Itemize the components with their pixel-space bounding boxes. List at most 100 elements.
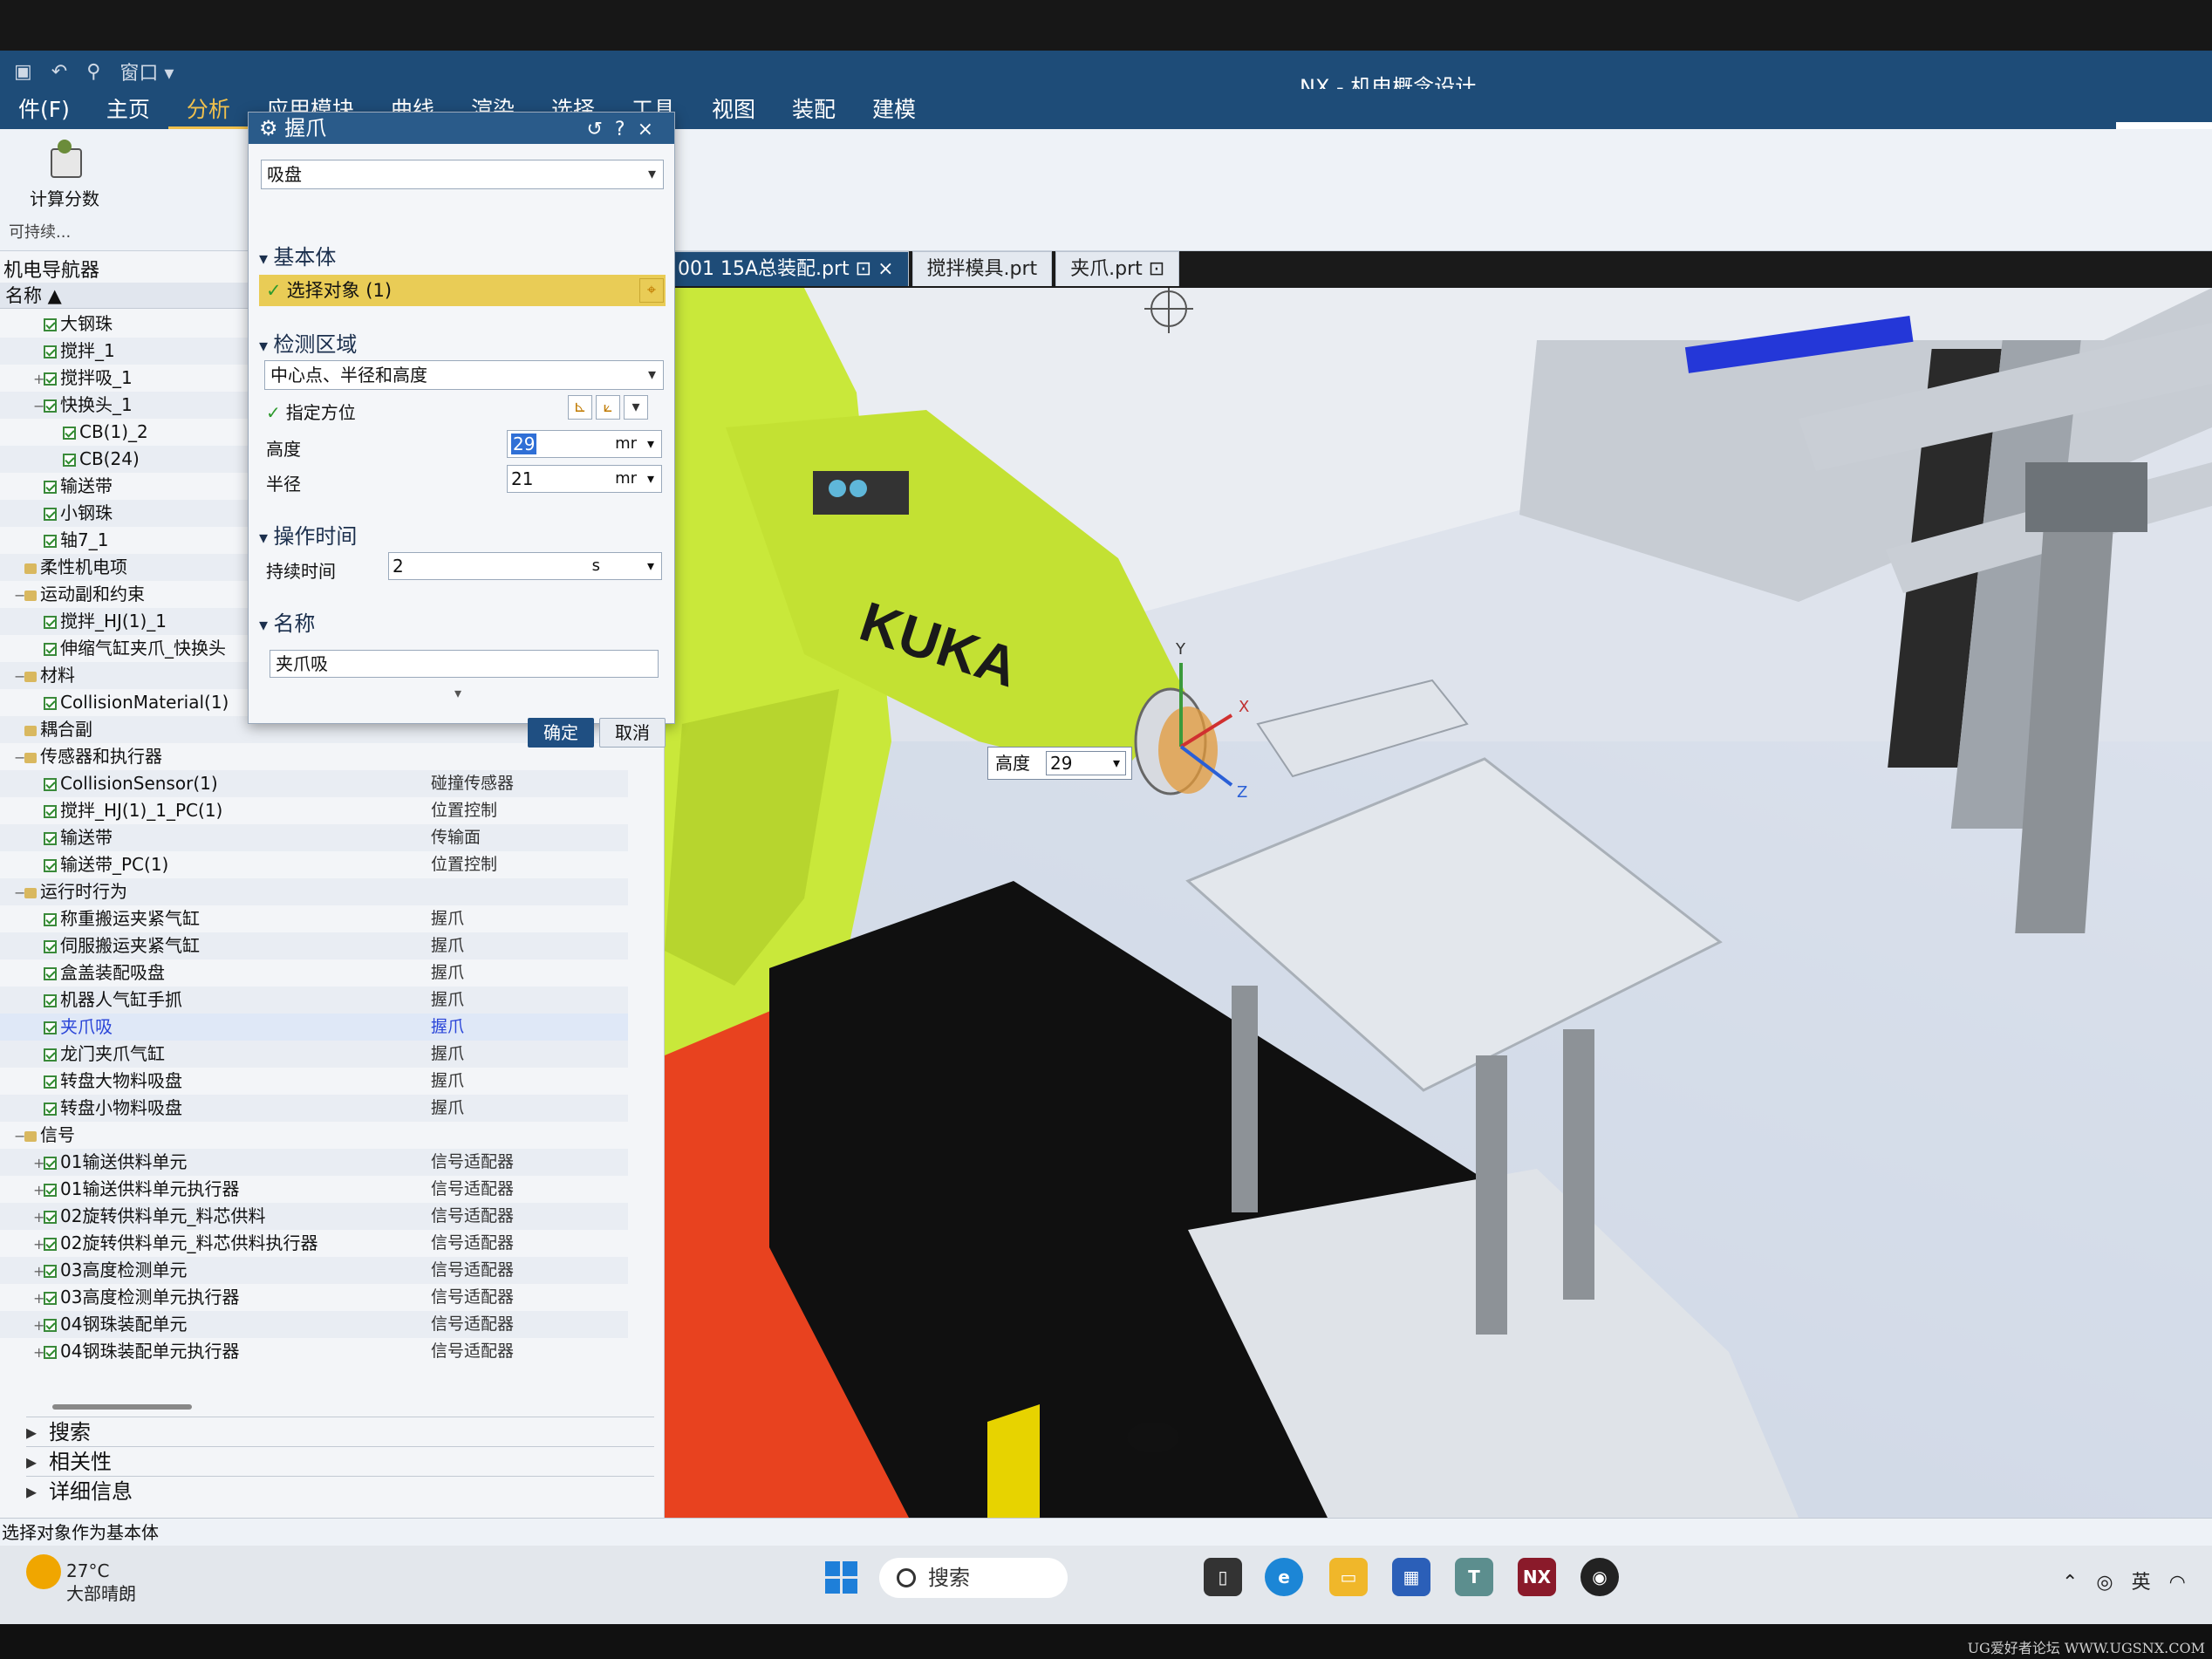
tab-mixing-mold[interactable]: 搅拌模具.prt [911, 251, 1053, 286]
orient-dialog-icon[interactable]: ⟀ [596, 395, 620, 420]
visibility-checkbox[interactable] [44, 778, 57, 791]
ok-button[interactable]: 确定 [528, 718, 594, 748]
close-icon[interactable]: × [638, 119, 666, 140]
expand-toggle-icon[interactable]: − [14, 663, 25, 690]
mic-icon[interactable]: ⚲ [81, 61, 106, 83]
tree-row[interactable]: − 运行时行为 [0, 878, 628, 905]
panel-search[interactable]: 搜索 [26, 1417, 654, 1446]
weather-icon[interactable] [26, 1554, 61, 1589]
visibility-checkbox[interactable] [44, 399, 57, 413]
radius-input[interactable]: 21 mr ▾ [507, 465, 662, 493]
tree-row[interactable]: 输送带 传输面 [0, 824, 628, 851]
height-input[interactable]: 29 mr ▾ [507, 430, 662, 458]
qq-icon[interactable]: ◉ [1580, 1558, 1619, 1596]
compute-score-button[interactable]: 计算分数 [21, 134, 108, 230]
reset-icon[interactable]: ↺ [586, 119, 614, 140]
section-basic-body[interactable]: 基本体 [259, 240, 336, 270]
panel-dependencies[interactable]: 相关性 [26, 1446, 654, 1476]
visibility-checkbox[interactable] [44, 1265, 57, 1278]
taskbar-search[interactable]: 搜索 [879, 1558, 1068, 1598]
expand-toggle-icon[interactable]: + [33, 1150, 44, 1177]
panel-details[interactable]: 详细信息 [26, 1476, 654, 1505]
tree-row[interactable]: 机器人气缸手抓 握爪 [0, 987, 628, 1014]
visibility-checkbox[interactable] [44, 1157, 57, 1170]
tree-row[interactable]: 夹爪吸 握爪 [0, 1014, 628, 1041]
visibility-checkbox[interactable] [44, 940, 57, 953]
tree-row[interactable]: 转盘大物料吸盘 握爪 [0, 1068, 628, 1095]
visibility-checkbox[interactable] [44, 1103, 57, 1116]
expand-toggle-icon[interactable]: + [33, 365, 44, 393]
visibility-checkbox[interactable] [44, 345, 57, 358]
visibility-checkbox[interactable] [44, 1292, 57, 1305]
visibility-checkbox[interactable] [44, 1021, 57, 1034]
more-options-chevron-icon[interactable]: ▾ [454, 685, 461, 701]
save-icon[interactable]: ▣ [9, 61, 38, 83]
visibility-checkbox[interactable] [44, 832, 57, 845]
name-input[interactable]: 夹爪吸 [270, 650, 659, 678]
file-explorer-icon[interactable]: ▭ [1329, 1558, 1368, 1596]
cancel-button[interactable]: 取消 [599, 718, 666, 748]
tree-row[interactable]: +04钢珠装配单元 信号适配器 [0, 1311, 628, 1338]
visibility-checkbox[interactable] [44, 859, 57, 872]
expand-toggle-icon[interactable]: + [33, 1285, 44, 1312]
menu-home[interactable]: 主页 [88, 91, 168, 129]
visibility-checkbox[interactable] [44, 1075, 57, 1089]
taskbar-app-nx[interactable]: NX [1518, 1558, 1556, 1596]
menu-file[interactable]: 件(F) [0, 91, 88, 129]
tree-row[interactable]: 输送带_PC(1) 位置控制 [0, 851, 628, 878]
tree-row[interactable]: +03高度检测单元 信号适配器 [0, 1257, 628, 1284]
visibility-checkbox[interactable] [44, 1238, 57, 1251]
tree-row[interactable]: +02旋转供料单元_料芯供料执行器 信号适配器 [0, 1230, 628, 1257]
visibility-checkbox[interactable] [44, 913, 57, 926]
tree-row[interactable]: +03高度检测单元执行器 信号适配器 [0, 1284, 628, 1311]
tree-row[interactable]: +01输送供料单元 信号适配器 [0, 1149, 628, 1176]
dialog-title-bar[interactable]: ⚙ 握爪 ↺?× [249, 113, 674, 144]
select-object-row[interactable]: ✓ 选择对象 (1) [259, 275, 666, 306]
tree-row[interactable]: +01输送供料单元执行器 信号适配器 [0, 1176, 628, 1203]
navigator-scrollbar[interactable] [52, 1404, 192, 1410]
expand-toggle-icon[interactable]: + [33, 1258, 44, 1285]
tree-row[interactable]: 盒盖装配吸盘 握爪 [0, 959, 628, 987]
menu-modeling[interactable]: 建模 [854, 91, 934, 129]
duration-unit-dropdown-icon[interactable]: ▾ [647, 553, 654, 579]
tree-row[interactable]: CollisionSensor(1) 碰撞传感器 [0, 770, 628, 797]
start-button-icon[interactable] [825, 1561, 858, 1594]
visibility-checkbox[interactable] [44, 1184, 57, 1197]
visibility-checkbox[interactable] [44, 1346, 57, 1359]
radius-unit-dropdown-icon[interactable]: ▾ [647, 466, 654, 492]
duration-input[interactable]: 2 s ▾ [388, 552, 662, 580]
hud-value-box[interactable]: 29 [1046, 751, 1126, 775]
expand-toggle-icon[interactable]: − [33, 393, 44, 420]
taskbar-app-t[interactable]: T [1455, 1558, 1493, 1596]
height-unit-dropdown-icon[interactable]: ▾ [647, 431, 654, 457]
detection-method-select[interactable]: 中心点、半径和高度 [264, 360, 664, 390]
visibility-checkbox[interactable] [44, 616, 57, 629]
task-view-icon[interactable]: ▯ [1204, 1558, 1242, 1596]
expand-toggle-icon[interactable]: + [33, 1177, 44, 1204]
wifi-icon[interactable]: ◠ [2169, 1572, 2186, 1594]
tab-gripper[interactable]: 夹爪.prt ⊡ [1055, 251, 1180, 286]
visibility-checkbox[interactable] [44, 318, 57, 331]
menu-view[interactable]: 视图 [693, 91, 774, 129]
visibility-checkbox[interactable] [44, 1319, 57, 1332]
3d-viewport[interactable]: KUKA Y X Z [665, 288, 2212, 1518]
undo-icon[interactable]: ↶ [46, 61, 72, 83]
tree-row[interactable]: 龙门夹爪气缸 握爪 [0, 1041, 628, 1068]
expand-toggle-icon[interactable]: + [33, 1231, 44, 1258]
tab-main-assembly[interactable]: 001 15A总装配.prt ⊡ × [663, 251, 909, 286]
visibility-checkbox[interactable] [44, 508, 57, 521]
tree-row[interactable]: +04钢珠装配单元执行器 信号适配器 [0, 1338, 628, 1365]
store-icon[interactable]: ▦ [1392, 1558, 1430, 1596]
section-name[interactable]: 名称 [259, 606, 315, 637]
csys-icon[interactable]: ⊾ [568, 395, 592, 420]
visibility-checkbox[interactable] [44, 805, 57, 818]
chevron-up-icon[interactable]: ⌃ [2062, 1572, 2078, 1594]
height-hud-input[interactable]: 高度 29 [987, 747, 1132, 780]
menu-analysis[interactable]: 分析 [167, 91, 249, 129]
menu-assembly[interactable]: 装配 [774, 91, 854, 129]
tree-row[interactable]: 转盘小物料吸盘 握爪 [0, 1095, 628, 1122]
visibility-checkbox[interactable] [44, 1048, 57, 1062]
security-icon[interactable]: ◎ [2096, 1572, 2113, 1594]
visibility-checkbox[interactable] [44, 481, 57, 494]
help-icon[interactable]: ? [615, 119, 638, 140]
